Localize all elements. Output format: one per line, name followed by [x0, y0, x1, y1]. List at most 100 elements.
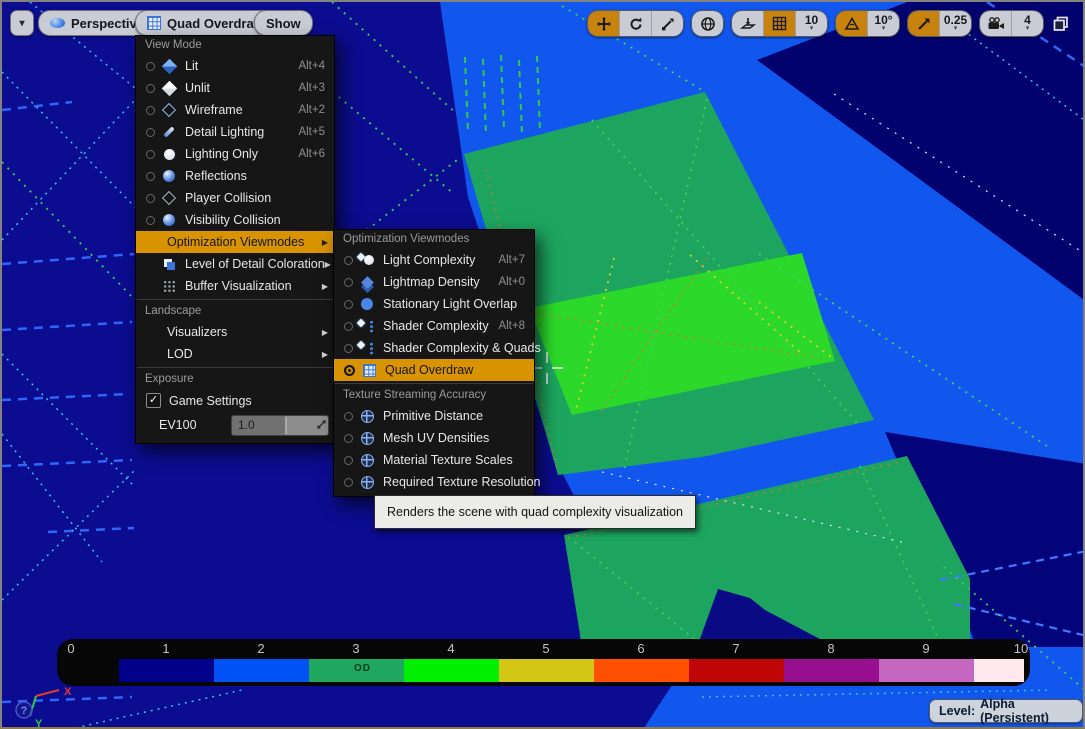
menu-item-player-collision[interactable]: Player Collision — [136, 187, 334, 209]
submenu-item-mesh-uv-densities[interactable]: Mesh UV Densities — [334, 427, 534, 449]
submenu-arrow-icon: ▶ — [325, 260, 331, 269]
submenu-arrow-icon: ▶ — [322, 328, 328, 337]
globe-icon — [700, 16, 716, 32]
viewport[interactable]: X Y ? 012345678910 OD Level: Alpha (Pers… — [0, 0, 1085, 729]
menu-item-detail-lighting[interactable]: Detail Lighting Alt+5 — [136, 121, 334, 143]
world-coordinate-button[interactable] — [692, 11, 723, 36]
wire-cube-icon — [161, 190, 177, 206]
radio-icon — [146, 128, 155, 137]
menu-item-reflections[interactable]: Reflections — [136, 165, 334, 187]
colorbar-tick: 2 — [257, 641, 264, 656]
submenu-item-light-complexity[interactable]: Light Complexity Alt+7 — [334, 249, 534, 271]
unlit-cube-icon — [161, 80, 177, 96]
surface-snap-icon — [740, 16, 756, 32]
help-icon[interactable]: ? — [16, 702, 32, 718]
move-tool-button[interactable] — [588, 11, 620, 36]
radio-icon — [344, 256, 353, 265]
show-button[interactable]: Show — [254, 10, 313, 36]
sphere-icon — [161, 168, 177, 184]
grid-snap-value-dropdown[interactable]: 10 ▾ — [796, 11, 827, 36]
ev100-value: 1.0 — [232, 418, 255, 432]
menu-item-lit[interactable]: Lit Alt+4 — [136, 55, 334, 77]
colorbar-segment — [214, 659, 309, 682]
menu-section-header: Texture Streaming Accuracy — [334, 386, 534, 405]
bulb-icon — [161, 146, 177, 162]
submenu-item-required-texture-resolution[interactable]: Required Texture Resolution — [334, 471, 534, 493]
slider-handle[interactable] — [285, 417, 287, 434]
menu-item-visibility-collision[interactable]: Visibility Collision — [136, 209, 334, 231]
menu-section-header: View Mode — [136, 36, 334, 55]
menu-item-lod-coloration[interactable]: Level of Detail Coloration ▶ — [136, 253, 334, 275]
svg-text:?: ? — [21, 705, 28, 717]
checkbox-checked-icon[interactable]: ✓ — [146, 393, 161, 408]
scale-snap-icon — [916, 16, 932, 32]
menu-item-buffer-visualization[interactable]: Buffer Visualization ▶ — [136, 275, 334, 297]
rotation-snap-toggle[interactable] — [836, 11, 868, 36]
rotation-snap-value-dropdown[interactable]: 10° ▾ — [868, 11, 899, 36]
surface-snap-button[interactable] — [732, 11, 764, 36]
menu-section-header: Optimization Viewmodes — [334, 230, 534, 249]
transform-tools-group — [587, 10, 684, 37]
viewport-options-button[interactable]: ▾ — [10, 10, 34, 36]
menu-item-unlit[interactable]: Unlit Alt+3 — [136, 77, 334, 99]
coord-system-group — [691, 10, 724, 37]
submenu-item-lightmap-density[interactable]: Lightmap Density Alt+0 — [334, 271, 534, 293]
level-badge-label: Level: — [939, 704, 975, 718]
radio-icon — [344, 456, 353, 465]
ev100-row: EV100 1.0 — [136, 412, 334, 438]
submenu-item-quad-overdraw[interactable]: Quad Overdraw — [334, 359, 534, 381]
colorbar-segment — [879, 659, 974, 682]
radio-icon — [344, 322, 353, 331]
colorbar-tick: 10 — [1014, 641, 1028, 656]
colorbar-tick: 5 — [542, 641, 549, 656]
submenu-arrow-icon: ▶ — [322, 350, 328, 359]
submenu-arrow-icon: ▶ — [322, 238, 328, 247]
tooltip: Renders the scene with quad complexity v… — [374, 495, 696, 529]
colorbar-od-marker: OD — [354, 663, 371, 674]
light-overlap-icon — [359, 296, 375, 312]
menu-item-visualizers[interactable]: Visualizers ▶ — [136, 321, 334, 343]
optimization-viewmodes-submenu: Optimization Viewmodes Light Complexity … — [333, 229, 535, 497]
scale-tool-button[interactable] — [652, 11, 683, 36]
ev100-label: EV100 — [159, 418, 197, 432]
menu-separator — [137, 367, 333, 368]
scale-icon — [660, 16, 676, 32]
camera-speed-value-dropdown[interactable]: 4 ▾ — [1012, 11, 1043, 36]
axis-y-label: Y — [35, 718, 43, 729]
streaming-accuracy-icon — [359, 452, 375, 468]
view-mode-menu: View Mode Lit Alt+4 Unlit Alt+3 Wirefram… — [135, 35, 335, 444]
colorbar-tick: 4 — [447, 641, 454, 656]
radio-icon — [146, 194, 155, 203]
scale-snap-value-dropdown[interactable]: 0.25 ▾ — [940, 11, 971, 36]
menu-section-header: Landscape — [136, 302, 334, 321]
viewmode-label: Quad Overdraw — [167, 16, 264, 31]
lod-layers-icon — [161, 256, 177, 272]
submenu-arrow-icon: ▶ — [322, 282, 328, 291]
camera-speed-button[interactable] — [980, 11, 1012, 36]
caret-down-icon: ▾ — [19, 18, 24, 29]
menu-separator — [335, 383, 533, 384]
wireframe-cube-icon — [161, 102, 177, 118]
quad-overdraw-icon — [147, 16, 161, 30]
colorbar-segment — [119, 659, 214, 682]
rotate-tool-button[interactable] — [620, 11, 652, 36]
game-settings-checkbox-row[interactable]: ✓ Game Settings — [136, 389, 334, 412]
submenu-item-stationary-light-overlap[interactable]: Stationary Light Overlap — [334, 293, 534, 315]
submenu-item-primitive-distance[interactable]: Primitive Distance — [334, 405, 534, 427]
submenu-item-shader-complexity-quads[interactable]: Shader Complexity & Quads — [334, 337, 534, 359]
radio-icon — [344, 344, 353, 353]
submenu-item-material-texture-scales[interactable]: Material Texture Scales — [334, 449, 534, 471]
caret-down-icon: ▾ — [954, 26, 958, 32]
menu-item-lod[interactable]: LOD ▶ — [136, 343, 334, 365]
menu-item-lighting-only[interactable]: Lighting Only Alt+6 — [136, 143, 334, 165]
camera-speed-group: 4 ▾ — [979, 10, 1044, 37]
perspective-icon — [50, 18, 65, 28]
menu-separator — [137, 299, 333, 300]
menu-item-optimization-viewmodes[interactable]: Optimization Viewmodes ▶ — [136, 231, 334, 253]
scale-snap-toggle[interactable] — [908, 11, 940, 36]
menu-item-wireframe[interactable]: Wireframe Alt+2 — [136, 99, 334, 121]
grid-snap-toggle[interactable] — [764, 11, 796, 36]
submenu-item-shader-complexity[interactable]: Shader Complexity Alt+8 — [334, 315, 534, 337]
maximize-viewport-button[interactable] — [1051, 13, 1071, 35]
ev100-slider-input[interactable]: 1.0 — [231, 415, 329, 436]
